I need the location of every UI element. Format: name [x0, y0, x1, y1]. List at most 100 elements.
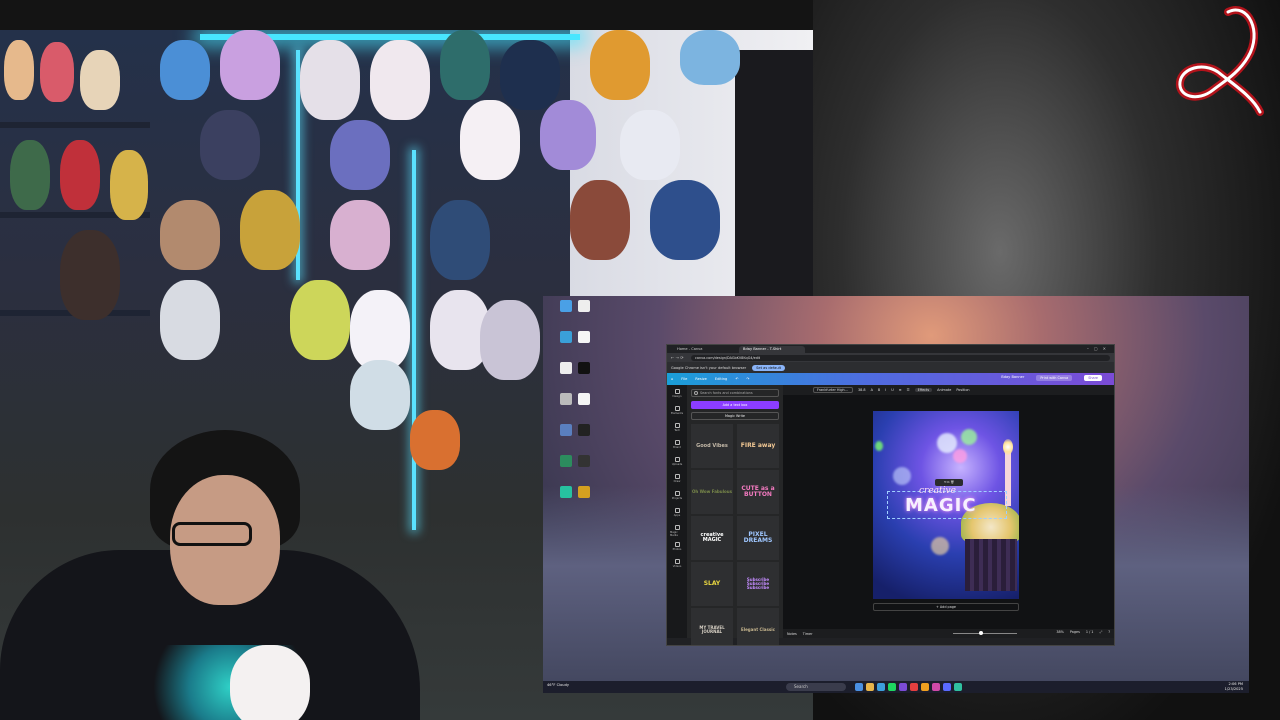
- effects-button[interactable]: Effects: [914, 388, 933, 392]
- chrome-icon[interactable]: [921, 683, 929, 691]
- plush-toy: [160, 40, 210, 100]
- weather-widget[interactable]: 46°F Cloudy: [547, 683, 569, 687]
- pages-button[interactable]: Pages: [1070, 630, 1080, 634]
- position-button[interactable]: Position: [956, 388, 969, 392]
- add-page-button[interactable]: + Add page: [873, 603, 1019, 611]
- rail-item[interactable]: Magic Media: [670, 525, 684, 542]
- rail-item-label: Magic Media: [670, 531, 678, 537]
- rail-item[interactable]: Photos: [670, 542, 684, 559]
- app-icon[interactable]: [932, 683, 940, 691]
- plush-toy: [10, 140, 50, 210]
- font-size[interactable]: 38.8: [858, 388, 866, 392]
- desktop-icon[interactable]: [567, 331, 601, 359]
- font-combination-text: creative MAGIC: [700, 532, 724, 543]
- share-button[interactable]: Share: [1084, 375, 1102, 381]
- font-combination-tile[interactable]: Elegant Classic: [737, 608, 779, 645]
- font-combination-tile[interactable]: PIXEL DREAMS: [737, 516, 779, 560]
- underline-icon[interactable]: U: [891, 388, 893, 392]
- home-icon[interactable]: ⌂: [671, 377, 673, 381]
- window-controls[interactable]: –▢✕: [1087, 346, 1111, 351]
- font-combination-tile[interactable]: MY TRAVEL JOURNAL: [691, 608, 733, 645]
- text-color-icon[interactable]: A: [871, 388, 873, 392]
- spotify-icon[interactable]: [888, 683, 896, 691]
- list-icon[interactable]: ☰: [907, 388, 910, 392]
- rail-item[interactable]: Projects: [670, 491, 684, 508]
- plush-toy: [60, 230, 120, 320]
- file-menu[interactable]: File: [681, 377, 687, 381]
- system-clock[interactable]: 2:06 PM 1/23/2025: [1225, 682, 1243, 692]
- redo-icon[interactable]: ↷: [746, 377, 749, 381]
- rail-item[interactable]: Elements: [670, 406, 684, 423]
- timer-button[interactable]: Timer: [803, 632, 813, 636]
- rail-item[interactable]: Brand: [670, 440, 684, 457]
- design-title[interactable]: Bday Banner: [1001, 375, 1024, 381]
- zoom-level[interactable]: 38%: [1056, 630, 1064, 634]
- draw-icon: [674, 474, 680, 479]
- plush-toy: [370, 40, 430, 120]
- font-combination-tile[interactable]: creative MAGIC: [691, 516, 733, 560]
- rail-item[interactable]: Apps: [670, 508, 684, 525]
- canva-editor: Design Elements Text Brand Uploads Draw Projec…: [667, 385, 1114, 645]
- rail-item-label: Apps: [673, 514, 681, 517]
- help-icon[interactable]: ?: [1108, 630, 1110, 634]
- italic-icon[interactable]: I: [885, 388, 886, 392]
- app-icon[interactable]: [877, 683, 885, 691]
- folder-icon[interactable]: [866, 683, 874, 691]
- notes-button[interactable]: Notes: [787, 632, 797, 636]
- font-combination-text: Oh Wow Fabulous: [691, 489, 732, 494]
- app-icon[interactable]: [910, 683, 918, 691]
- font-combination-tile[interactable]: Oh Wow Fabulous: [691, 470, 733, 514]
- zoom-slider[interactable]: [953, 633, 1017, 634]
- undo-icon[interactable]: ↶: [735, 377, 738, 381]
- plush-toy: [4, 40, 34, 100]
- app-icon[interactable]: [855, 683, 863, 691]
- magic-write-button[interactable]: Magic Write: [691, 412, 779, 420]
- nav-arrows-icon[interactable]: ← → ⟳: [671, 355, 691, 360]
- shelf: [0, 122, 150, 128]
- browser-tab-active[interactable]: Bday Banner - T-Shirt: [739, 346, 805, 353]
- search-icon: [694, 391, 698, 395]
- design-artboard[interactable]: ⟲ ⧉ 🗑 creative MAGIC: [873, 411, 1019, 599]
- zoom-slider-handle[interactable]: [979, 631, 983, 635]
- desktop-icon[interactable]: [567, 455, 601, 483]
- editing-menu[interactable]: Editing: [715, 377, 728, 381]
- browser-tab[interactable]: Home - Canva: [673, 346, 739, 353]
- app-icon[interactable]: [954, 683, 962, 691]
- rail-item[interactable]: Videos: [670, 559, 684, 576]
- plush-toy: [410, 410, 460, 470]
- print-button[interactable]: Print with Canva: [1036, 375, 1073, 381]
- rail-item[interactable]: Uploads: [670, 457, 684, 474]
- font-combination-tile[interactable]: SLAY: [691, 562, 733, 606]
- animate-button[interactable]: Animate: [937, 388, 951, 392]
- font-selector[interactable]: Frankfurter High...: [813, 387, 853, 393]
- plush-toy: [350, 290, 410, 370]
- resize-menu[interactable]: Resize: [695, 377, 707, 381]
- add-textbox-button[interactable]: Add a text box: [691, 401, 779, 409]
- font-combination-tile[interactable]: CUTE as a BUTTON: [737, 470, 779, 514]
- set-default-button[interactable]: Set as default: [752, 364, 786, 371]
- elements-icon: [674, 406, 680, 411]
- plush-toy: [570, 180, 630, 260]
- address-bar[interactable]: canva.com/design/DAGbKV8KqG4/edit: [691, 354, 1110, 361]
- desktop-icon[interactable]: [567, 486, 601, 514]
- font-combination-tile[interactable]: FIRE away: [737, 424, 779, 468]
- rail-item[interactable]: Text: [670, 423, 684, 440]
- artboard-headline[interactable]: MAGIC: [905, 495, 977, 516]
- desktop-icon[interactable]: [567, 393, 601, 421]
- align-icon[interactable]: ≡: [899, 388, 902, 392]
- desktop-icon[interactable]: [567, 362, 601, 390]
- desktop-icon[interactable]: [567, 300, 601, 328]
- font-combination-tile[interactable]: Good Vibes: [691, 424, 733, 468]
- rail-item[interactable]: Draw: [670, 474, 684, 491]
- app-icon[interactable]: [899, 683, 907, 691]
- app-icon[interactable]: [943, 683, 951, 691]
- plush-toy: [460, 100, 520, 180]
- fullscreen-icon[interactable]: ⤢: [1099, 630, 1102, 634]
- bold-icon[interactable]: B: [878, 388, 880, 392]
- font-combination-tile[interactable]: Subscribe Subscribe Subscribe: [737, 562, 779, 606]
- taskbar-search[interactable]: Search: [786, 683, 846, 691]
- rail-item[interactable]: Design: [670, 389, 684, 406]
- font-search-input[interactable]: Search fonts and combinations: [691, 389, 779, 397]
- desktop-icon[interactable]: [567, 424, 601, 452]
- element-quick-toolbar[interactable]: ⟲ ⧉ 🗑: [935, 479, 963, 486]
